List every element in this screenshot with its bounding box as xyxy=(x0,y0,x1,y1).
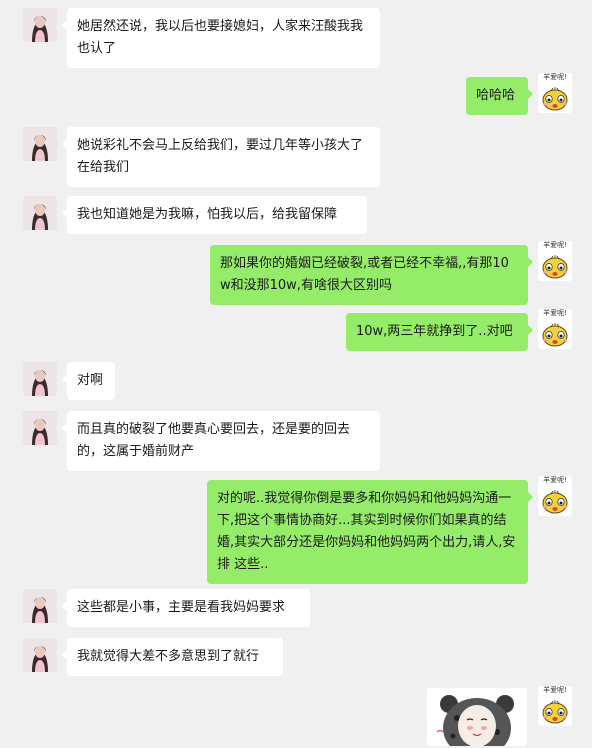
contact-avatar[interactable] xyxy=(23,411,57,445)
sticker-message[interactable] xyxy=(427,688,527,746)
avatar-caption: 羊爱呢! xyxy=(543,73,567,81)
message-bubble-sent[interactable]: 哈哈哈 xyxy=(466,77,533,115)
self-avatar[interactable]: 羊爱呢! xyxy=(538,476,572,516)
self-avatar[interactable]: 羊爱呢! xyxy=(538,241,572,281)
avatar-caption: 羊爱呢! xyxy=(543,686,567,694)
message-bubble-received[interactable]: 对啊 xyxy=(62,362,115,400)
self-avatar[interactable]: 羊爱呢! xyxy=(538,309,572,349)
contact-avatar[interactable] xyxy=(23,589,57,623)
woman-photo-icon xyxy=(23,589,57,623)
message-bubble-received[interactable]: 这些都是小事，主要是看我妈妈要求 xyxy=(62,589,310,627)
contact-avatar[interactable] xyxy=(23,127,57,161)
message-bubble-received[interactable]: 她说彩礼不会马上反给我们，要过几年等小孩大了在给我们 xyxy=(62,127,380,187)
message-bubble-received[interactable]: 我就觉得大差不多意思到了就行 xyxy=(62,638,283,676)
self-avatar[interactable]: 羊爱呢! xyxy=(538,686,572,726)
woman-photo-icon xyxy=(23,411,57,445)
avatar-caption: 羊爱呢! xyxy=(543,241,567,249)
woman-photo-icon xyxy=(23,362,57,396)
woman-photo-icon xyxy=(23,127,57,161)
message-bubble-received[interactable]: 她居然还说，我以后也要接媳妇，人家来汪酸我我也认了 xyxy=(62,8,380,68)
avatar-caption: 羊爱呢! xyxy=(543,309,567,317)
contact-avatar[interactable] xyxy=(23,362,57,396)
woman-photo-icon xyxy=(23,638,57,672)
self-avatar[interactable]: 羊爱呢! xyxy=(538,73,572,113)
message-bubble-received[interactable]: 而且真的破裂了他要真心要回去，还是要的回去的，这属于婚前财产 xyxy=(62,411,380,471)
message-bubble-sent[interactable]: 对的呢..我觉得你倒是要多和你妈妈和他妈妈沟通一下,把这个事情协商好...其实到… xyxy=(207,480,533,584)
cartoon-sticker-icon xyxy=(427,688,527,746)
message-bubble-sent[interactable]: 10w,两三年就挣到了..对吧 xyxy=(346,313,533,351)
contact-avatar[interactable] xyxy=(23,196,57,230)
message-bubble-sent[interactable]: 那如果你的婚姻已经破裂,或者已经不幸福,,有那10w和没那10w,有啥很大区别吗 xyxy=(210,245,533,305)
message-bubble-received[interactable]: 我也知道她是为我嘛，怕我以后，给我留保障 xyxy=(62,196,367,234)
contact-avatar[interactable] xyxy=(23,638,57,672)
woman-photo-icon xyxy=(23,8,57,42)
woman-photo-icon xyxy=(23,196,57,230)
avatar-caption: 羊爱呢! xyxy=(543,476,567,484)
contact-avatar[interactable] xyxy=(23,8,57,42)
